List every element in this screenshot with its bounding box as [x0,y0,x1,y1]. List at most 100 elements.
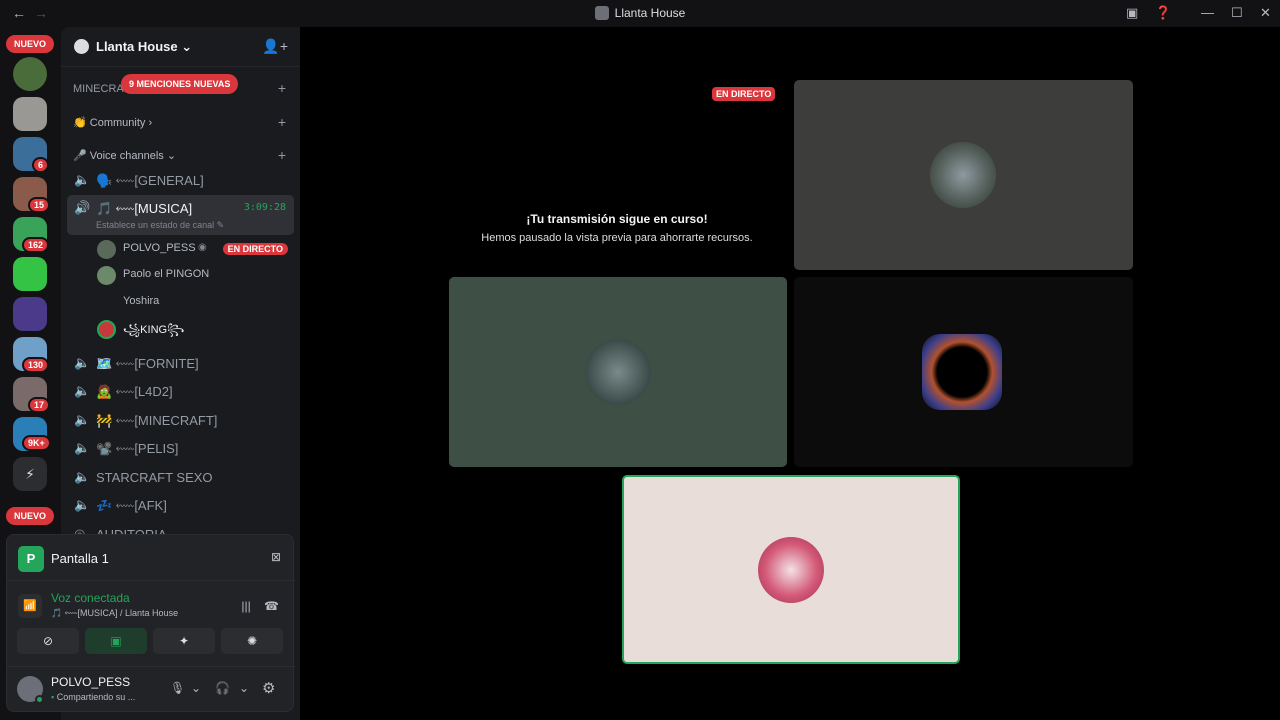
signal-icon[interactable]: 📶 [18,594,42,618]
voice-channel-l4d2[interactable]: 🔈 🧟 ⬳[L4D2] [67,378,294,404]
headphones-icon[interactable]: 🎧 [215,681,230,695]
audio-options-chevron-icon[interactable]: ⌄ [239,681,249,695]
participant-tile[interactable] [794,277,1133,467]
speaker-icon: 🔊 [74,200,91,215]
window-title: Llanta House [0,6,1280,20]
speaker-icon: 🔈 [74,412,91,427]
live-badge: EN DIRECTO [222,243,288,255]
clap-icon: 👏 [73,117,87,129]
paused-subtitle: Hemos pausado la vista previa para ahorr… [481,232,753,244]
guild-icon [74,39,89,54]
add-channel-icon[interactable]: + [278,114,286,130]
participant-tile[interactable] [794,80,1133,270]
voice-channel-starcraft[interactable]: 🔈 STARCRAFT SEXO [67,464,294,490]
screen-share-icon: P [18,546,44,572]
avatar [97,240,116,259]
speaker-icon: 🔈 [74,440,91,455]
add-channel-icon[interactable]: + [278,147,286,163]
voice-member[interactable]: Yoshira [97,290,294,314]
mic-options-chevron-icon[interactable]: ⌄ [191,681,201,695]
call-stage: ¡Tu transmisión sigue en curso! Hemos pa… [300,27,1280,720]
chevron-right-icon: › [148,117,153,129]
pencil-icon: ✎ [216,220,225,230]
user-row: POLVO_PESS ▪ Compartiendo su ... 🎙 ⌄ 🎧 ⌄… [7,666,295,712]
participant-avatar [930,142,996,208]
unread-badge: 162 [22,237,50,253]
screen-share-button[interactable]: ▣ [85,628,147,654]
activities-button[interactable]: ✦ [153,628,215,654]
category-community[interactable]: 👏 Community › [73,116,152,129]
guild-header[interactable]: Llanta House ⌄ 👤+ [61,27,300,67]
close-icon[interactable]: ✕ [1260,5,1271,21]
chevron-down-icon: ⌄ [166,150,177,162]
voice-controls: ||| ☎ [241,599,279,613]
nuevo-pill-top[interactable]: NUEVO [6,35,54,53]
mentions-pill[interactable]: 9 MENCIONES NUEVAS [121,74,239,94]
voice-channel-minecraft[interactable]: 🔈 🚧 ⬳[MINECRAFT] [67,407,294,433]
minimize-icon[interactable]: — [1201,5,1214,20]
unread-badge: 130 [22,357,50,373]
live-badge: EN DIRECTO [712,87,776,101]
disconnect-icon[interactable]: ☎ [264,599,279,613]
avatar [97,320,116,339]
server-icon[interactable] [13,297,47,331]
unread-badge: 15 [28,197,51,213]
help-icon[interactable]: ❓ [1155,5,1171,21]
voice-channel-musica[interactable]: 🔊 🎵 ⬳[MUSICA] 3:09:28 Establece un estad… [67,195,294,235]
stop-stream-icon[interactable]: ⊠ [271,550,281,564]
camera-off-button[interactable]: ⊘ [17,628,79,654]
unread-badge: 6 [32,157,50,173]
category-voice[interactable]: 🎤 Voice channels ⌄ [73,149,176,162]
voice-member[interactable]: ꧁KING꧂ [97,317,294,341]
user-activity: ▪ Compartiendo su ... [51,692,136,702]
user-name[interactable]: POLVO_PESS [51,675,130,689]
voice-status-title[interactable]: Voz conectada [51,591,130,605]
speaker-icon: 🔈 [74,497,91,512]
chevron-down-icon: ⌄ [181,39,193,54]
server-icon[interactable] [13,57,47,91]
voice-channel-path[interactable]: 🎵 ⬳[MUSICA] / Llanta House [51,608,178,619]
participant-avatar [758,537,824,603]
voice-member[interactable]: POLVO_PESS ◉ EN DIRECTO [97,237,294,261]
stream-indicator-icon: ◉ [198,242,207,253]
online-status-dot [35,695,44,704]
maximize-icon[interactable]: ☐ [1231,5,1243,21]
call-actions: ⊘ ▣ ✦ ✺ [17,628,285,654]
inbox-icon[interactable]: ▣ [1126,5,1138,21]
unread-badge: 17 [28,397,51,413]
guild-name[interactable]: Llanta House ⌄ [96,39,192,55]
channel-status[interactable]: Establece un estado de canal ✎ [96,220,224,231]
voice-member[interactable]: Paolo el PINGON [97,263,294,287]
participant-tile[interactable] [449,277,787,467]
voice-channel-afk[interactable]: 🔈 💤 ⬳[AFK] [67,492,294,518]
voice-panel: P Pantalla 1 ⊠ 📶 Voz conectada 🎵 ⬳[MUSIC… [6,534,295,712]
speaker-icon: 🔈 [74,383,91,398]
server-icon[interactable] [13,97,47,131]
settings-gear-icon[interactable]: ⚙ [262,679,275,697]
category-minecraft[interactable]: MINECRA [73,83,124,95]
participant-avatar-frame [922,334,1002,410]
microphone-icon[interactable]: 🎙 [170,681,185,695]
invite-people-icon[interactable]: 👤+ [262,38,288,55]
speaking-participant-tile[interactable] [622,475,960,664]
call-timer: 3:09:28 [243,202,286,213]
voice-channel-general[interactable]: 🔈 🗣️ ⬳[GENERAL] [67,167,294,193]
speaker-icon: 🔈 [74,355,91,370]
noise-suppression-icon[interactable]: ||| [241,599,250,613]
add-channel-icon[interactable]: + [278,80,286,96]
server-icon[interactable] [13,257,47,291]
screen-label: Pantalla 1 [51,551,109,566]
soundboard-button[interactable]: ✺ [221,628,283,654]
participant-avatar [585,339,651,405]
screen-icon: ▪ [51,692,55,702]
server-logo-icon [594,6,609,20]
own-stream-tile[interactable]: ¡Tu transmisión sigue en curso! Hemos pa… [448,80,786,270]
speaker-icon: 🔈 [74,172,91,187]
nuevo-pill-bottom[interactable]: NUEVO [6,507,54,525]
plug-server-icon[interactable]: ⚡ [13,457,47,491]
unread-badge: 9K+ [22,435,51,451]
paused-title: ¡Tu transmisión sigue en curso! [526,212,708,226]
voice-channel-fornite[interactable]: 🔈 🗺️ ⬳[FORNITE] [67,350,294,376]
mic-icon: 🎤 [73,150,87,162]
voice-channel-pelis[interactable]: 🔈 📽️ ⬳[PELIS] [67,435,294,461]
